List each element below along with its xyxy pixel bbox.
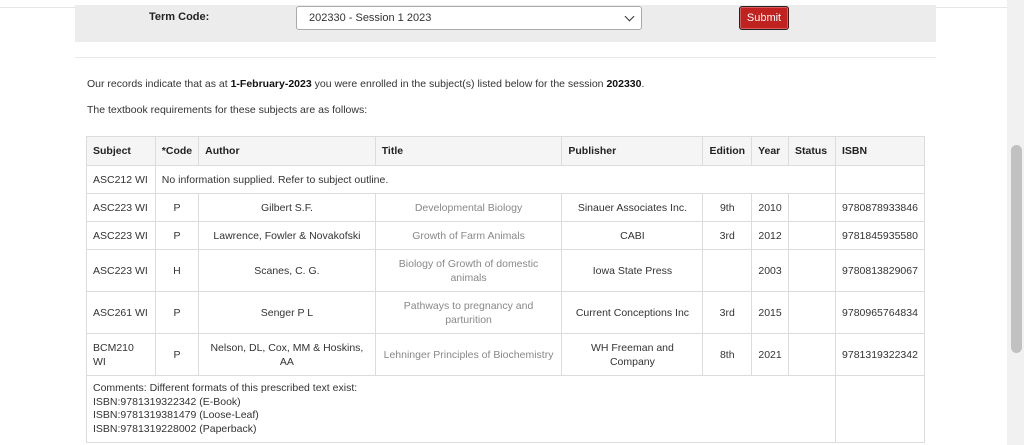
cell-publisher: WH Freeman and Company <box>561 333 704 376</box>
textbook-table: Subject *Code Author Title Publisher Edi… <box>85 136 925 443</box>
cell-subject: ASC223 WI <box>86 249 156 292</box>
table-header-row: Subject *Code Author Title Publisher Edi… <box>86 136 925 166</box>
table-row: BCM210 WI P Nelson, DL, Cox, MM & Hoskin… <box>86 333 925 376</box>
term-code-label: Term Code: <box>149 11 210 23</box>
cell-title: Pathways to pregnancy and parturition <box>374 291 563 334</box>
cell-code: P <box>154 221 200 250</box>
cell-publisher: Sinauer Associates Inc. <box>561 193 704 222</box>
cell-code: P <box>154 291 200 334</box>
cell-edition: 8th <box>702 333 753 376</box>
cell-author: Scanes, C. G. <box>198 249 376 292</box>
cell-author: Gilbert S.F. <box>198 193 376 222</box>
cell-subject: ASC261 WI <box>86 291 156 334</box>
cell-isbn: 9780965764834 <box>835 291 925 334</box>
cell-isbn: 9780878933846 <box>835 193 925 222</box>
cell-edition <box>702 249 753 292</box>
col-status: Status <box>788 136 837 166</box>
cell-code: P <box>154 193 200 222</box>
chevron-down-icon <box>624 11 635 22</box>
cell-publisher: CABI <box>561 221 704 250</box>
cell-status <box>788 333 837 376</box>
col-edition: Edition <box>702 136 753 166</box>
cell-isbn: 9781845935580 <box>835 221 925 250</box>
cell-year: 2012 <box>751 221 790 250</box>
cell-subject: ASC223 WI <box>86 193 156 222</box>
cell-title: Developmental Biology <box>374 193 563 222</box>
cell-year: 2003 <box>751 249 790 292</box>
cell-isbn: 9780813829067 <box>835 249 925 292</box>
cell-publisher: Current Conceptions Inc <box>561 291 704 334</box>
table-row: ASC223 WI P Gilbert S.F. Developmental B… <box>86 193 925 222</box>
col-title: Title <box>374 136 563 166</box>
cell-code: H <box>154 249 200 292</box>
term-code-value: 202330 - Session 1 2023 <box>309 12 432 24</box>
cell-author: Senger P L <box>198 291 376 334</box>
cell-title: Biology of Growth of domestic animals <box>374 249 563 292</box>
cell-subject: ASC223 WI <box>86 221 156 250</box>
cell-year: 2015 <box>751 291 790 334</box>
enrolment-session: 202330 <box>606 78 642 90</box>
cell-author: Lawrence, Fowler & Novakofski <box>198 221 376 250</box>
cell-subject: BCM210 WI <box>86 333 156 376</box>
cell-author: Nelson, DL, Cox, MM & Hoskins, AA <box>198 333 376 376</box>
comments-line: ISBN:9781319228002 (Paperback) <box>93 422 257 435</box>
submit-button[interactable]: Submit <box>739 6 789 30</box>
col-subject: Subject <box>86 136 156 166</box>
table-row: ASC223 WI P Lawrence, Fowler & Novakofsk… <box>86 221 925 250</box>
cell-isbn <box>835 165 925 194</box>
comments-line: ISBN:9781319381479 (Loose-Leaf) <box>93 409 259 421</box>
table-row: ASC212 WI No information supplied. Refer… <box>86 165 925 194</box>
cell-status <box>788 291 837 334</box>
cell-status <box>788 193 837 222</box>
table-row: ASC223 WI H Scanes, C. G. Biology of Gro… <box>86 249 925 292</box>
cell-status <box>788 249 837 292</box>
scrollbar-thumb[interactable] <box>1011 145 1022 353</box>
cell-edition: 9th <box>702 193 753 222</box>
col-author: Author <box>198 136 376 166</box>
enrolment-date: 1-February-2023 <box>230 78 312 90</box>
cell-code: P <box>154 333 200 376</box>
col-isbn: ISBN <box>835 136 925 166</box>
cell-status <box>788 221 837 250</box>
cell-year: 2010 <box>751 193 790 222</box>
table-row: ASC261 WI P Senger P L Pathways to pregn… <box>86 291 925 334</box>
term-code-select[interactable]: 202330 - Session 1 2023 <box>296 6 642 30</box>
col-year: Year <box>751 136 790 166</box>
cell-isbn <box>835 375 925 443</box>
enrolment-message: Our records indicate that as at 1-Februa… <box>87 78 645 90</box>
cell-isbn: 9781319322342 <box>835 333 925 376</box>
cell-title: Growth of Farm Animals <box>374 221 563 250</box>
term-form: Term Code: 202330 - Session 1 2023 Submi… <box>75 5 936 42</box>
comments-cell: Comments: Different formats of this pres… <box>85 375 837 443</box>
cell-year: 2021 <box>751 333 790 376</box>
cell-edition: 3rd <box>702 221 753 250</box>
cell-edition: 3rd <box>702 291 753 334</box>
comments-line: ISBN:9781319322342 (E-Book) <box>93 395 241 408</box>
cell-publisher: Iowa State Press <box>561 249 704 292</box>
col-publisher: Publisher <box>561 136 704 166</box>
textbook-intro: The textbook requirements for these subj… <box>87 104 368 116</box>
table-row-comments: Comments: Different formats of this pres… <box>85 375 925 443</box>
cell-no-info: No information supplied. Refer to subjec… <box>154 165 837 194</box>
cell-title: Lehninger Principles of Biochemistry <box>374 333 563 376</box>
vertical-scrollbar[interactable] <box>1007 0 1024 445</box>
section-divider <box>75 57 936 58</box>
comments-line: Comments: Different formats of this pres… <box>93 382 358 394</box>
cell-subject: ASC212 WI <box>86 165 156 194</box>
col-code: *Code <box>154 136 200 166</box>
